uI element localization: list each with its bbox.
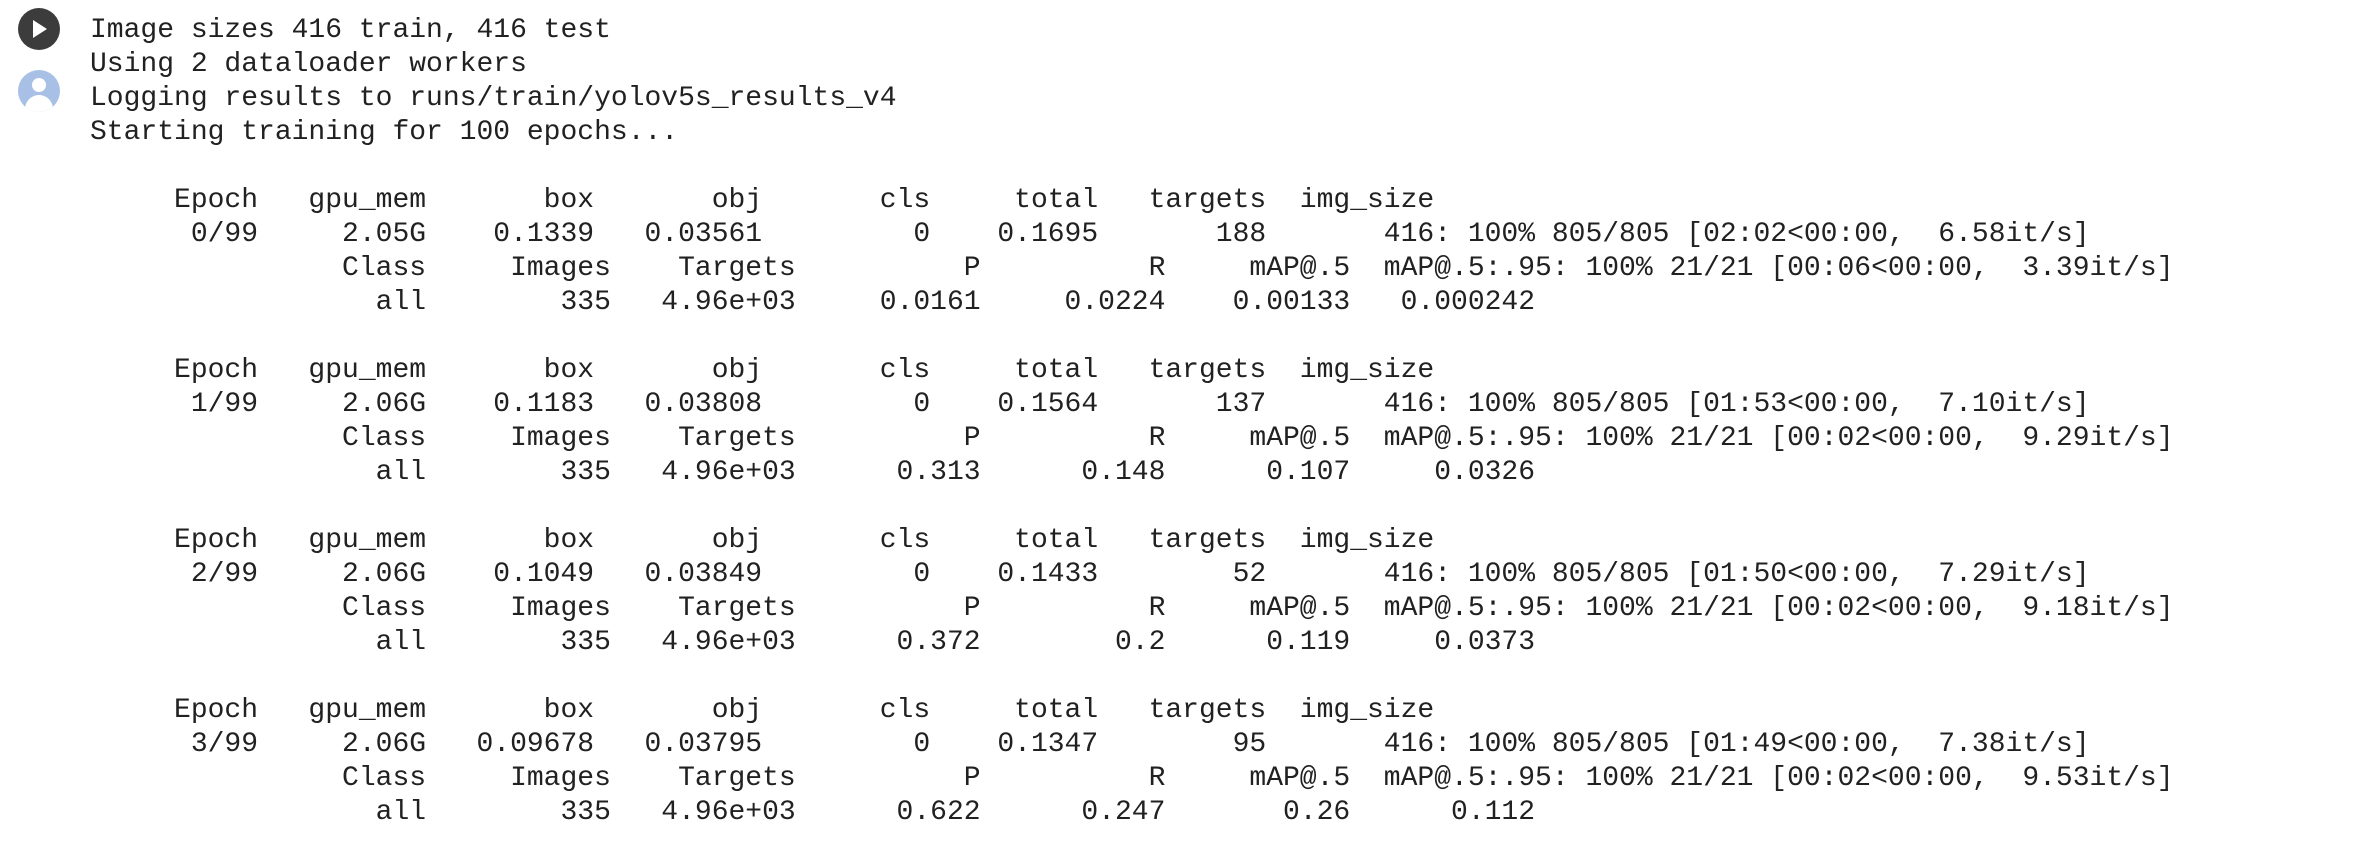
output-line: Epoch gpu_mem box obj cls total targets …: [90, 355, 1435, 386]
output-line: Class Images Targets P R mAP@.5 mAP@.5:.…: [90, 593, 2174, 624]
user-avatar-icon: [18, 70, 60, 112]
output-line: 1/99 2.06G 0.1183 0.03808 0 0.1564 137 4…: [90, 389, 2090, 420]
output-line: Class Images Targets P R mAP@.5 mAP@.5:.…: [90, 253, 2174, 284]
cell-output: Image sizes 416 train, 416 test Using 2 d…: [90, 14, 2174, 830]
output-line: Logging results to runs/train/yolov5s_re…: [90, 83, 897, 114]
output-line: 0/99 2.05G 0.1339 0.03561 0 0.1695 188 4…: [90, 219, 2090, 250]
output-line: Image sizes 416 train, 416 test: [90, 15, 611, 46]
output-line: Epoch gpu_mem box obj cls total targets …: [90, 525, 1435, 556]
output-line: 2/99 2.06G 0.1049 0.03849 0 0.1433 52 41…: [90, 559, 2090, 590]
output-line: Class Images Targets P R mAP@.5 mAP@.5:.…: [90, 763, 2174, 794]
output-line: all 335 4.96e+03 0.313 0.148 0.107 0.032…: [90, 457, 1536, 488]
output-line: Using 2 dataloader workers: [90, 49, 527, 80]
output-line: 3/99 2.06G 0.09678 0.03795 0 0.1347 95 4…: [90, 729, 2090, 760]
play-icon: [33, 20, 47, 38]
output-line: Epoch gpu_mem box obj cls total targets …: [90, 185, 1435, 216]
run-cell-button[interactable]: [18, 8, 60, 50]
cell-gutter: [18, 8, 62, 112]
output-line: Epoch gpu_mem box obj cls total targets …: [90, 695, 1435, 726]
output-line: all 335 4.96e+03 0.0161 0.0224 0.00133 0…: [90, 287, 1536, 318]
output-line: all 335 4.96e+03 0.622 0.247 0.26 0.112: [90, 797, 1536, 828]
output-line: all 335 4.96e+03 0.372 0.2 0.119 0.0373: [90, 627, 1536, 658]
output-line: Class Images Targets P R mAP@.5 mAP@.5:.…: [90, 423, 2174, 454]
notebook-cell: Image sizes 416 train, 416 test Using 2 d…: [0, 0, 2366, 850]
output-line: Starting training for 100 epochs...: [90, 117, 679, 148]
